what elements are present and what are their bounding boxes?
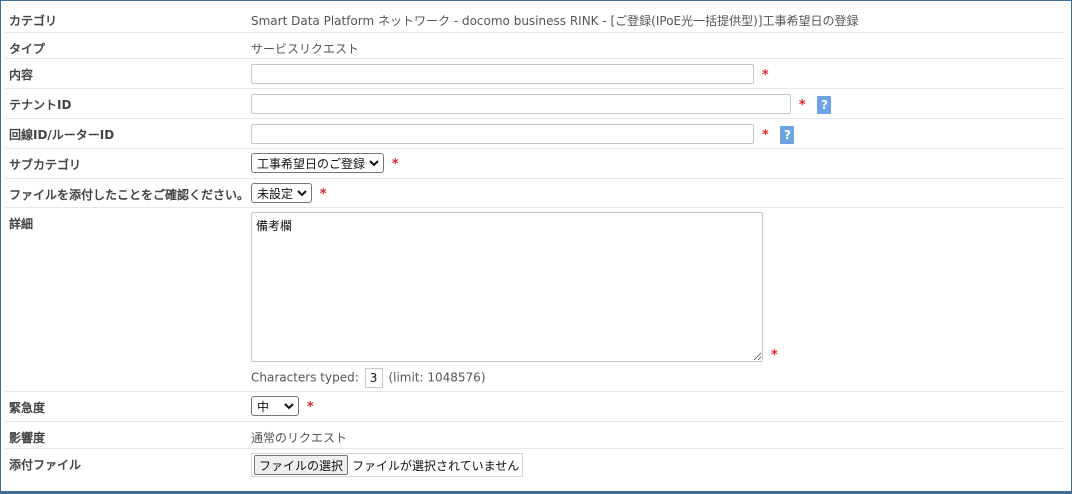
file-status-text: ファイルが選択されていません — [352, 458, 520, 473]
file-input[interactable]: ファイルの選択 ファイルが選択されていません — [251, 453, 524, 477]
urgency-required-marker: * — [306, 399, 314, 415]
content-row: 内容 * — [5, 59, 1065, 89]
subcategory-selected-value: 工事希望日のご登録 — [257, 156, 366, 171]
tenant-id-input[interactable] — [251, 94, 791, 114]
counter-limit: (limit: 1048576) — [388, 370, 486, 385]
character-counter: Characters typed: 3 (limit: 1048576) — [251, 368, 486, 388]
form-frame: カテゴリ Smart Data Platform ネットワーク - docomo… — [0, 0, 1072, 494]
file-confirm-row: ファイルを添付したことをご確認ください。 未設定 * — [5, 179, 1065, 208]
line-router-id-label: 回線ID/ルーターID — [9, 128, 115, 142]
tenant-id-row: テナントID * ? — [5, 89, 1065, 119]
tenant-id-label: テナントID — [9, 98, 72, 112]
details-required-marker: * — [771, 348, 778, 363]
attachment-label: 添付ファイル — [9, 458, 82, 472]
chevron-down-icon — [369, 160, 379, 167]
urgency-field-wrap: 中 * — [251, 396, 314, 416]
chevron-down-icon — [284, 403, 294, 410]
details-textarea[interactable]: 備考欄 — [251, 212, 763, 362]
tenant-id-field-wrap: * ? — [251, 94, 832, 114]
service-request-form: カテゴリ Smart Data Platform ネットワーク - docomo… — [5, 5, 1065, 485]
content-field-wrap: * — [251, 64, 769, 84]
subcategory-label: サブカテゴリ — [9, 158, 82, 172]
line-router-id-required-marker: * — [761, 128, 769, 143]
type-label: タイプ — [9, 42, 46, 56]
subcategory-row: サブカテゴリ 工事希望日のご登録 * — [5, 149, 1065, 179]
category-label: カテゴリ — [9, 14, 58, 28]
tenant-id-help-icon[interactable]: ? — [817, 95, 832, 114]
line-router-id-field-wrap: * ? — [251, 124, 795, 144]
urgency-select[interactable]: 中 — [251, 396, 299, 416]
details-row: 詳細 備考欄 * Characters typed: 3 (limit: 104… — [5, 208, 1065, 392]
urgency-selected-value: 中 — [257, 399, 270, 414]
impact-row: 影響度 通常のリクエスト — [5, 422, 1065, 449]
file-confirm-field-wrap: 未設定 * — [251, 183, 327, 203]
type-row: タイプ サービスリクエスト — [5, 33, 1065, 59]
impact-value: 通常のリクエスト — [251, 431, 348, 445]
file-confirm-select[interactable]: 未設定 — [251, 183, 313, 203]
subcategory-field-wrap: 工事希望日のご登録 * — [251, 153, 399, 173]
file-confirm-required-marker: * — [319, 186, 327, 202]
impact-label: 影響度 — [9, 431, 46, 445]
type-value: サービスリクエスト — [251, 42, 360, 56]
content-input[interactable] — [251, 64, 754, 84]
content-label: 内容 — [9, 68, 34, 82]
category-value: Smart Data Platform ネットワーク - docomo busi… — [251, 14, 859, 28]
line-router-id-help-icon[interactable]: ? — [780, 125, 795, 144]
urgency-label: 緊急度 — [9, 401, 46, 415]
line-router-id-input[interactable] — [251, 124, 754, 144]
choose-file-button[interactable]: ファイルの選択 — [254, 455, 349, 475]
file-confirm-selected-value: 未設定 — [257, 186, 294, 201]
attachment-row: 添付ファイル ファイルの選択 ファイルが選択されていません — [5, 449, 1065, 485]
details-label: 詳細 — [9, 217, 34, 231]
file-confirm-label: ファイルを添付したことをご確認ください。 — [9, 188, 250, 202]
subcategory-select[interactable]: 工事希望日のご登録 — [251, 153, 385, 173]
urgency-row: 緊急度 中 * — [5, 392, 1065, 422]
line-router-id-row: 回線ID/ルーターID * ? — [5, 119, 1065, 149]
tenant-id-required-marker: * — [798, 98, 806, 113]
content-required-marker: * — [761, 68, 769, 83]
attachment-field-wrap: ファイルの選択 ファイルが選択されていません — [251, 453, 524, 477]
subcategory-required-marker: * — [391, 156, 399, 172]
category-row: カテゴリ Smart Data Platform ネットワーク - docomo… — [5, 5, 1065, 33]
details-field-wrap: 備考欄 * Characters typed: 3 (limit: 104857… — [251, 212, 778, 388]
chevron-down-icon — [297, 190, 307, 197]
counter-prefix: Characters typed: — [251, 370, 359, 385]
counter-value: 3 — [364, 368, 383, 388]
